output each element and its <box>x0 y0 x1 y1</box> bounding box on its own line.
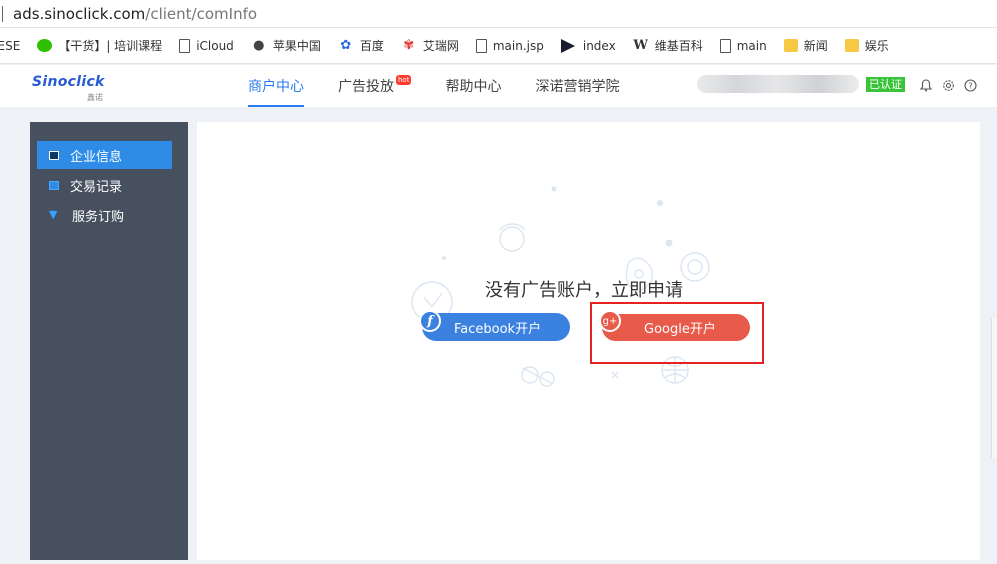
bookmark-label: 娱乐 <box>864 39 889 53</box>
nav-label: 帮助中心 <box>445 79 502 95</box>
blurred-username[interactable] <box>697 75 859 93</box>
nav-label: 商户中心 <box>248 79 304 95</box>
bookmark-label: 【干货】| 培训课程 <box>58 39 163 53</box>
play-icon <box>560 38 575 53</box>
bookmark-iese[interactable]: IESE <box>0 39 20 53</box>
gear-icon[interactable] <box>940 77 956 93</box>
app-header: Sinoclick 鑫诺 商户中心 广告投放 hot 帮助中心 深诺营销学院 已认… <box>0 65 997 107</box>
sidebar: 企业信息 交易记录 ▼ 服务订购 <box>30 122 188 560</box>
verified-badge: 已认证 <box>866 77 905 92</box>
logo-text: Sinoclick <box>32 74 105 90</box>
page-icon <box>475 38 487 53</box>
bookmark-label: 艾瑞网 <box>422 39 459 53</box>
bookmark-label: index <box>582 38 616 53</box>
note-icon <box>49 180 59 190</box>
page-icon <box>719 38 731 53</box>
no-ad-account-headline: 没有广告账户，立即申请 <box>485 280 683 301</box>
bookmark-label: iCloud <box>196 38 234 53</box>
sidebar-item-company-info[interactable]: 企业信息 <box>37 141 172 169</box>
bookmark-label: 新闻 <box>803 39 828 53</box>
bookmark-label: IESE <box>0 38 21 53</box>
sidebar-item-service-order[interactable]: ▼ 服务订购 <box>37 201 172 229</box>
bookmark-iresearch[interactable]: ✾ 艾瑞网 <box>401 37 459 54</box>
nav-ad-delivery[interactable]: 广告投放 hot <box>338 65 412 107</box>
facebook-button-label: Facebook开户 <box>454 321 542 337</box>
nav-marketing-academy[interactable]: 深诺营销学院 <box>535 65 619 107</box>
help-icon[interactable]: ? <box>962 77 978 93</box>
page-icon <box>179 38 191 53</box>
url-text[interactable]: ads.sinoclick.com/client/comInfo <box>13 5 257 23</box>
nav-merchant-center[interactable]: 商户中心 <box>248 65 304 107</box>
bookmark-wechat-article[interactable]: 【干货】| 培训课程 <box>37 37 162 54</box>
right-edge-tab <box>991 318 997 458</box>
building-icon <box>49 150 59 160</box>
wechat-icon <box>37 39 53 52</box>
bookmark-folder-news[interactable]: 新闻 <box>783 37 828 54</box>
bookmark-folder-entertainment[interactable]: 娱乐 <box>844 37 889 54</box>
bookmark-index[interactable]: index <box>560 38 616 53</box>
nav-help-center[interactable]: 帮助中心 <box>445 65 501 107</box>
url-path: /client/comInfo <box>145 4 258 23</box>
sidebar-item-transactions[interactable]: 交易记录 <box>37 171 172 199</box>
flag-icon: ✾ <box>403 38 415 53</box>
top-nav: 商户中心 广告投放 hot 帮助中心 深诺营销学院 <box>248 65 653 107</box>
nav-label: 深诺营销学院 <box>535 79 620 95</box>
bookmarks-bar: IESE 【干货】| 培训课程 iCloud ● 苹果中国 ✿ 百度 ✾ 艾瑞网 ma… <box>0 28 997 64</box>
header-icons: ? <box>918 77 984 93</box>
bookmark-apple-china[interactable]: ● 苹果中国 <box>251 37 321 54</box>
folder-icon <box>783 39 798 52</box>
bookmark-main-jsp[interactable]: main.jsp <box>475 38 544 53</box>
facebook-open-account-button[interactable]: f Facebook开户 <box>419 310 570 341</box>
bookmark-main[interactable]: main <box>719 38 767 53</box>
bookmark-label: 百度 <box>359 39 384 53</box>
sinoclick-logo[interactable]: Sinoclick 鑫诺 <box>32 74 122 102</box>
paw-icon: ✿ <box>340 38 352 53</box>
hot-badge: hot <box>396 75 412 85</box>
main-panel: 没有广告账户，立即申请 f Facebook开户 g+ Google开户 <box>197 122 980 560</box>
logo-subtext: 鑫诺 <box>87 93 103 102</box>
address-bar[interactable]: ads.sinoclick.com/client/comInfo <box>0 0 997 28</box>
apple-icon: ● <box>253 38 265 53</box>
folder-icon <box>844 39 859 52</box>
facebook-icon: f <box>419 310 441 332</box>
sidebar-item-label: 交易记录 <box>70 179 123 195</box>
annotation-highlight-box <box>590 302 764 364</box>
bookmark-icloud[interactable]: iCloud <box>179 38 234 53</box>
bookmark-baidu[interactable]: ✿ 百度 <box>338 37 384 54</box>
nav-label: 广告投放 <box>338 79 394 95</box>
sidebar-item-label: 企业信息 <box>70 149 123 165</box>
text-caret <box>2 5 3 22</box>
bookmark-wikipedia[interactable]: W 维基百科 <box>633 37 703 54</box>
bookmark-label: 维基百科 <box>654 39 703 53</box>
svg-text:?: ? <box>968 81 972 90</box>
bookmark-label: main <box>736 38 767 53</box>
sidebar-item-label: 服务订购 <box>72 209 125 225</box>
cart-icon: ▼ <box>49 208 58 221</box>
bookmark-label: main.jsp <box>492 38 544 53</box>
wikipedia-icon: W <box>633 38 648 53</box>
url-domain: ads.sinoclick.com <box>13 4 146 23</box>
bookmark-label: 苹果中国 <box>272 39 321 53</box>
bell-icon[interactable] <box>918 77 934 93</box>
